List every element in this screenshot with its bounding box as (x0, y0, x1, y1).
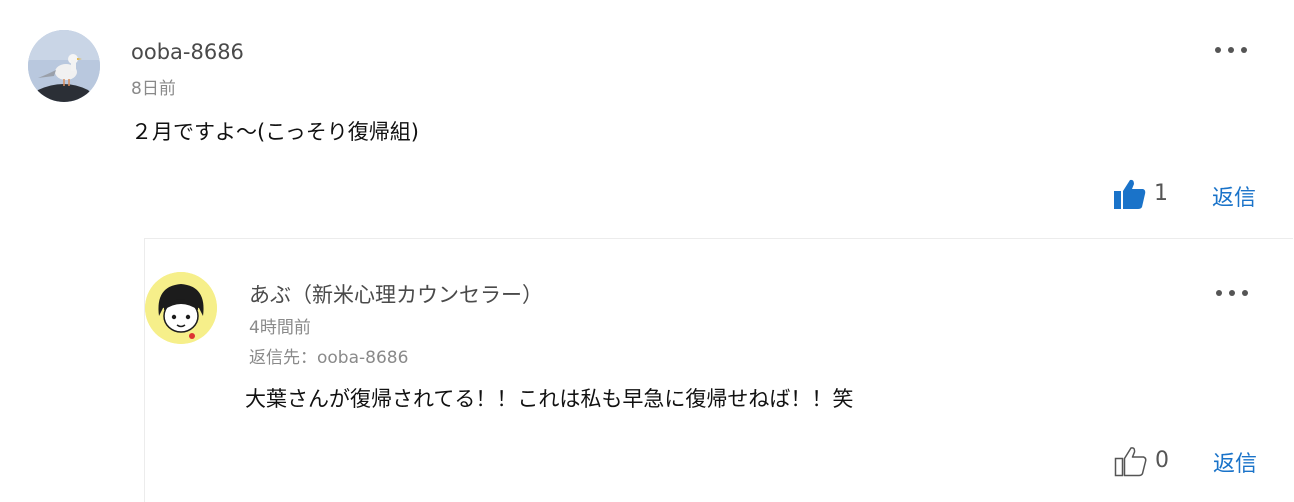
comment-username[interactable]: あぶ（新米心理カウンセラー） (249, 279, 543, 309)
user-avatar[interactable] (28, 30, 100, 102)
like-button[interactable]: 0 (1114, 442, 1174, 482)
illustrated-person-avatar (145, 272, 217, 344)
comment-body: ２月ですよ〜(こっそり復帰組) (131, 120, 419, 144)
reply-to-label[interactable]: 返信先：ooba-8686 (249, 343, 408, 368)
more-horizontal-icon (1216, 290, 1222, 296)
seagull-photo-avatar (28, 30, 100, 102)
comment-body: 大葉さんが復帰されてる！！これは私も早急に復帰せねば！！笑 (245, 387, 854, 411)
comment-timestamp: 4時間前 (249, 318, 311, 338)
thumbs-up-outline-icon (1114, 447, 1147, 477)
like-button[interactable]: 1 (1113, 175, 1173, 215)
comment-timestamp: 8日前 (131, 79, 176, 99)
more-dot (1228, 47, 1234, 53)
reply-button[interactable]: 返信 (1213, 446, 1257, 478)
more-dot (1229, 290, 1235, 296)
more-dot (1242, 290, 1248, 296)
thumbs-up-filled-icon (1114, 179, 1146, 209)
more-dot (1241, 47, 1247, 53)
reply-button[interactable]: 返信 (1212, 180, 1256, 212)
more-horizontal-icon (1215, 47, 1221, 53)
like-count: 0 (1155, 448, 1169, 473)
like-count: 1 (1154, 181, 1168, 206)
comment-username[interactable]: ooba-8686 (131, 40, 244, 64)
comment-item: ooba-8686 8日前 ２月ですよ〜(こっそり復帰組) 1 返信 (0, 0, 1294, 238)
more-options-button[interactable] (1215, 286, 1251, 300)
user-avatar[interactable] (145, 272, 217, 344)
more-options-button[interactable] (1214, 43, 1250, 57)
reply-comment-item: あぶ（新米心理カウンセラー） 4時間前 返信先：ooba-8686 大葉さんが復… (144, 238, 1293, 502)
